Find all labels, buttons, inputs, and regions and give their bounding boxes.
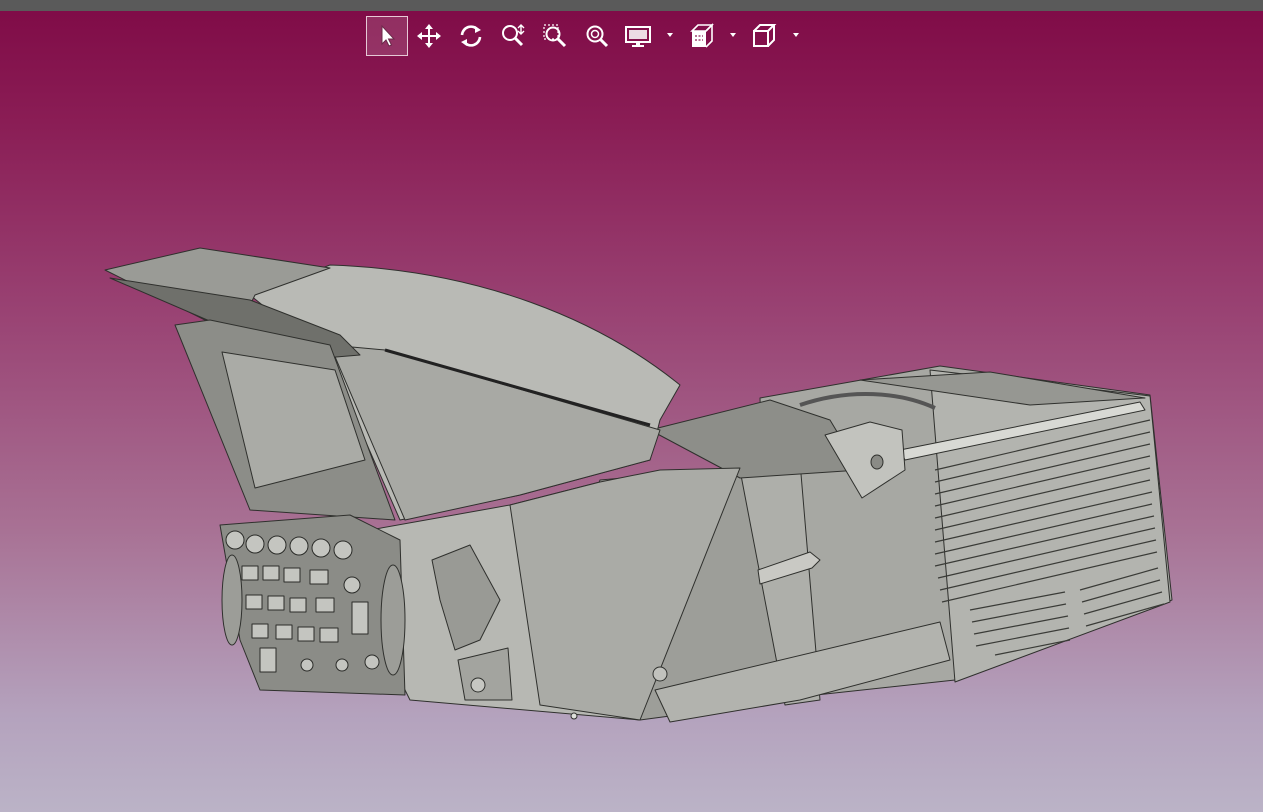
cad-model-viewport[interactable]: [0, 0, 1263, 812]
cad-assembly-model: [104, 247, 1173, 723]
